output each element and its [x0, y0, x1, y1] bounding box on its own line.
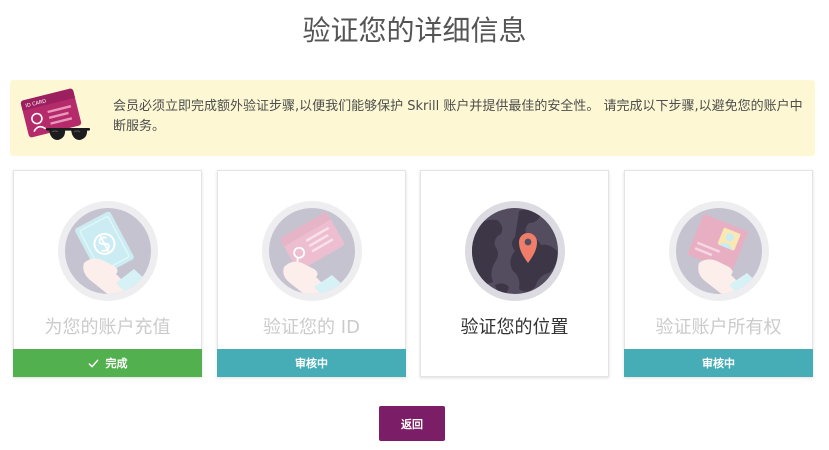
step-card-verify-ownership: 验证账户所有权 审核中	[624, 170, 813, 377]
step-card-verify-location[interactable]: 验证您的位置	[420, 170, 609, 377]
page-title: 验证您的详细信息	[302, 14, 527, 47]
check-icon	[88, 359, 98, 367]
back-button[interactable]: 返回	[379, 406, 445, 441]
step-icon-wrapper	[262, 201, 362, 301]
step-label: 验证账户所有权	[655, 317, 782, 338]
step-label[interactable]: 验证您的位置	[421, 315, 608, 341]
step-label: 为您的账户充值	[44, 317, 171, 338]
status-badge: 完成	[13, 349, 202, 377]
notice-message: 会员必须立即完成额外验证步骤,以便我们能够保护 Skrill 账户并提供最佳的安…	[113, 99, 803, 134]
id-card-sunglasses-icon: ID CARD	[20, 88, 90, 140]
photo-id-in-hand-icon	[669, 201, 769, 301]
status-badge: 审核中	[624, 349, 813, 377]
status-label: 完成	[105, 357, 128, 370]
id-card-in-hand-icon	[262, 201, 362, 301]
step-icon-wrapper	[58, 201, 158, 301]
step-card-verify-id: 验证您的 ID 审核中	[217, 170, 406, 377]
step-card-top-up: 为您的账户充值 完成	[13, 170, 202, 377]
globe-location-pin-icon	[465, 201, 565, 301]
status-label: 审核中	[295, 357, 328, 370]
step-icon-wrapper	[465, 201, 565, 301]
status-label: 审核中	[702, 357, 735, 370]
step-label: 验证您的 ID	[263, 317, 360, 338]
verification-page: 验证您的详细信息 ID CARD 会员必须立即完成额外验证步骤,以便我们能够保护…	[0, 0, 829, 450]
money-in-hand-icon	[58, 201, 158, 301]
status-badge: 审核中	[217, 349, 406, 377]
verification-notice: ID CARD 会员必须立即完成额外验证步骤,以便我们能够保护 Skrill 账…	[10, 80, 815, 156]
step-icon-wrapper	[669, 201, 769, 301]
